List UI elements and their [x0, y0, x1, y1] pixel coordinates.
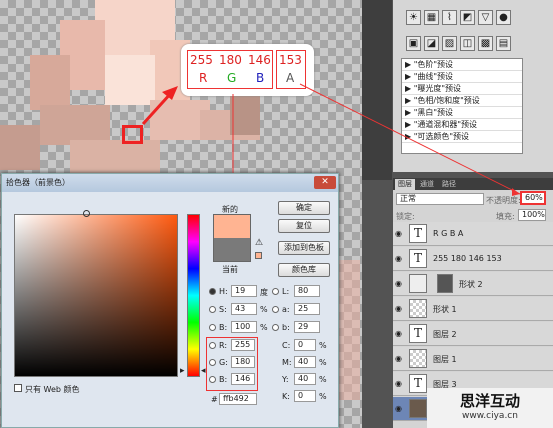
s-label: S: — [219, 305, 227, 314]
b-label: B: — [219, 375, 228, 384]
l-label: L: — [282, 287, 290, 296]
a-field[interactable]: 25 — [294, 303, 320, 315]
y-unit: % — [319, 375, 327, 384]
close-button[interactable]: ✕ — [314, 176, 336, 189]
watermark-title: 思洋互动 — [459, 392, 520, 410]
color-cursor[interactable] — [83, 210, 90, 217]
h-label: H: — [219, 287, 228, 296]
hex-field[interactable]: ffb492 — [219, 393, 257, 405]
current-color-swatch[interactable] — [213, 238, 251, 262]
websafe-swatch[interactable] — [255, 252, 262, 259]
watermark: 思洋互动 www.ciya.cn — [427, 388, 553, 428]
hue-slider[interactable] — [187, 214, 200, 377]
l-radio[interactable] — [272, 288, 279, 295]
reset-button[interactable]: 复位 — [278, 219, 330, 233]
dialog-title: 拾色器（前景色） — [2, 174, 338, 192]
m-label: M: — [282, 358, 292, 367]
h-unit: 度 — [260, 288, 268, 297]
color-field[interactable] — [14, 214, 178, 377]
r-label: R: — [219, 341, 228, 350]
bv-field[interactable]: 100 — [231, 321, 257, 333]
blab-radio[interactable] — [272, 324, 279, 331]
m-unit: % — [319, 358, 327, 367]
ok-button[interactable]: 确定 — [278, 201, 330, 215]
add-to-swatches-button[interactable]: 添加到色板 — [278, 241, 330, 255]
c-unit: % — [319, 341, 327, 350]
bv-label: B: — [219, 323, 228, 332]
color-libraries-button[interactable]: 颜色库 — [278, 263, 330, 277]
l-field[interactable]: 80 — [294, 285, 320, 297]
current-label: 当前 — [222, 265, 238, 274]
gamut-warning-icon[interactable]: ⚠ — [255, 238, 263, 248]
blab-field[interactable]: 29 — [294, 321, 320, 333]
bv-radio[interactable] — [209, 324, 216, 331]
c-label: C: — [282, 341, 291, 350]
r-field[interactable]: 255 — [231, 339, 255, 351]
g-label: G: — [219, 358, 228, 367]
blab-label: b: — [282, 323, 290, 332]
bv-unit: % — [260, 323, 268, 332]
s-field[interactable]: 43 — [231, 303, 257, 315]
c-field[interactable]: 0 — [294, 339, 316, 351]
web-only-label: 只有 Web 颜色 — [25, 385, 80, 394]
y-field[interactable]: 40 — [294, 373, 316, 385]
s-radio[interactable] — [209, 306, 216, 313]
y-label: Y: — [282, 375, 289, 384]
m-field[interactable]: 40 — [294, 356, 316, 368]
a-label: a: — [282, 305, 290, 314]
k-unit: % — [319, 392, 327, 401]
h-field[interactable]: 19 — [231, 285, 257, 297]
b-radio[interactable] — [209, 376, 216, 383]
a-radio[interactable] — [272, 306, 279, 313]
g-field[interactable]: 180 — [231, 356, 255, 368]
k-field[interactable]: 0 — [294, 390, 316, 402]
r-radio[interactable] — [209, 342, 216, 349]
h-radio[interactable] — [209, 288, 216, 295]
g-radio[interactable] — [209, 359, 216, 366]
web-only-checkbox[interactable] — [14, 384, 22, 392]
new-color-swatch — [213, 214, 251, 238]
watermark-url: www.ciya.cn — [462, 411, 518, 421]
k-label: K: — [282, 392, 290, 401]
color-picker-dialog: 拾色器（前景色） ✕ ▸ ◂ 新的 当前 ⚠ 确定 复位 添加到色板 颜色库 H… — [1, 173, 339, 428]
hue-slider-handle-left[interactable]: ▸ — [180, 366, 185, 376]
hex-label: # — [211, 395, 218, 404]
s-unit: % — [260, 305, 268, 314]
b-field[interactable]: 146 — [231, 373, 255, 385]
hue-slider-handle-right[interactable]: ◂ — [201, 366, 206, 376]
